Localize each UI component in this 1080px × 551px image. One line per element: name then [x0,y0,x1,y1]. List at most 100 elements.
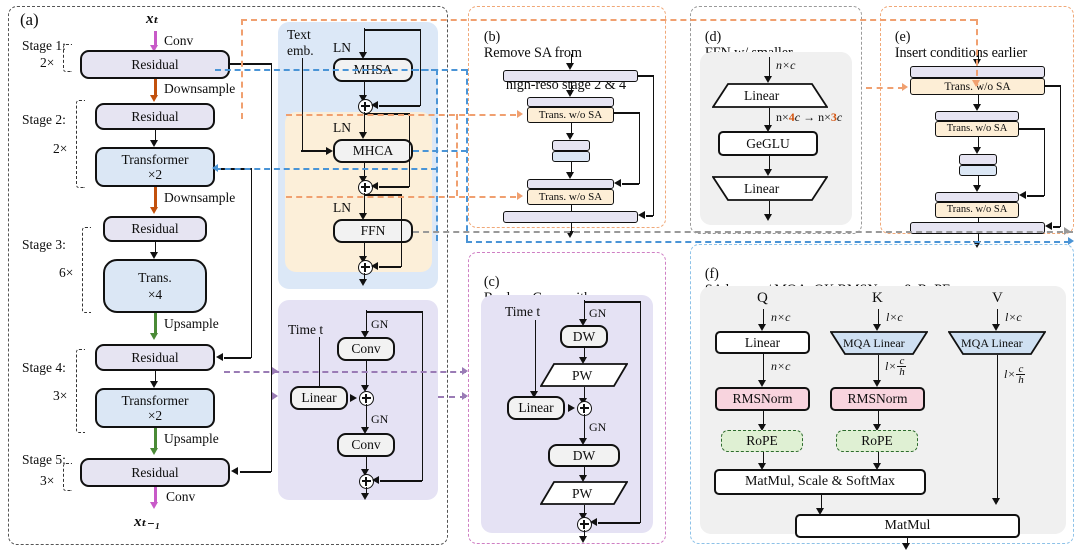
stage-2-brace [76,100,85,188]
d-geglu-block: GeGLU [718,131,818,156]
residual-skip-v [421,311,424,481]
panel-d-label: (d) [704,29,722,45]
skip2-arrow [216,353,223,361]
stage3-trans-label: Trans. [138,270,172,285]
skip1-arrow [231,467,238,475]
mhsa-skip-top [364,29,421,31]
c-skip-bot [598,522,640,524]
f-v-shape-in: l×c [1005,310,1022,324]
connector-blue-bottom [466,241,1070,243]
b-a1 [566,90,574,97]
connector-blue-left-top [215,69,437,71]
stage3-residual-block: Residual [103,216,207,242]
ffn-final-arrow [359,279,367,286]
connector-blue-f-arrow [1068,237,1074,245]
stage4-transformer-count: ×2 [147,408,163,423]
f-k-linear-label: MQA Linear [843,336,905,350]
b-skip2-h2 [646,215,653,217]
downsample1-label: Downsample [164,81,236,96]
stage-3-repeat: 6× [59,265,74,280]
d-shape-mid-pre: n× [776,110,789,124]
connector-org-b2-arrow [517,192,523,200]
f-matmul-block: MatMul [795,514,1020,538]
d-in-arrow [764,76,772,83]
d-linear2-label: Linear [744,181,780,196]
b-mid-bar-a [552,140,590,151]
connector-org-v-mid [456,114,458,196]
residual-time-line [318,337,321,390]
b-res-bar-2 [503,211,638,223]
mhca-skip-v [408,113,411,187]
mhca-skip-bot [379,186,409,188]
connector-residual-in-arrow [272,392,278,400]
residual-linear-arrow [350,394,357,402]
b-a2 [566,133,574,140]
upsample2-label: Upsample [164,431,219,446]
connector-org-b2 [286,196,516,198]
connector-a-to-e-top [241,19,976,21]
c-gn1-label: GN [589,306,607,320]
skip2-v [250,168,253,358]
conv-in-label: Conv [164,33,194,48]
c-dw2-block: DW [548,444,620,467]
e-trans-wo-sa-2: Trans. w/o SA [935,121,1019,137]
f-k-rmsnorm-block: RMSNorm [830,387,925,411]
connector-c-arrow2 [462,392,468,400]
f-final-arrow [902,543,910,550]
b-skip1-arrow [614,179,621,187]
conv-out-label: Conv [166,489,196,504]
c-linear-arrow [568,404,575,412]
e-skip1-v [1043,128,1046,196]
f-k-shape-den: h [899,366,905,378]
f-k-shape-num: c [899,355,905,367]
stage4-transformer-block: Transformer ×2 [95,388,215,428]
mhsa-skip-bot [379,105,420,107]
mhca-in-arrow [359,132,367,139]
residual-in-line [365,310,368,333]
e-trans-wo-sa-3: Trans. w/o SA [935,202,1019,218]
connector-org-b1 [286,114,516,116]
connector-d-arrow [1064,227,1070,235]
ln2-label: LN [333,120,351,135]
f-k-shape-mid: l× c h [885,355,907,378]
f-k-label: K [872,290,883,306]
connector-mhca-to-blue [413,150,467,152]
f-q-rope-block: RoPE [721,430,803,452]
residual-linear-block: Linear [290,386,348,410]
f-v-label: V [992,290,1003,306]
ln3-label: LN [333,200,351,215]
f-k-l1 [877,355,880,383]
skip2-h-bot [224,357,251,359]
f-k-shape-in: l×c [886,310,903,324]
residual-time-label: Time t [288,322,324,337]
upsample2-arrow [150,448,158,455]
stage-2-repeat: 2× [53,141,68,156]
stage-5-label: Stage 5: [22,452,66,467]
f-v-shape-den: h [1018,374,1024,386]
stage-4-repeat: 3× [53,388,68,403]
stage3-trans-count: ×4 [147,287,163,302]
e-a2 [973,147,981,154]
c-time-line [534,320,537,394]
c-linear-block: Linear [507,396,565,420]
e-skip2-v [1059,85,1062,227]
stage4-residual-block: Residual [95,344,215,371]
connector-blue-left-v2 [436,69,438,241]
b-a3 [566,172,574,179]
panel-c-label: (c) [483,274,500,290]
f-q-shape-in: n×c [771,310,791,324]
ln1-label: LN [333,40,351,55]
upsample1-arrow [150,333,158,340]
e-skip1-h1 [1019,128,1045,130]
e-trans-bar-3 [935,192,1019,202]
f-q-a1 [758,380,766,387]
connector-c-arrow-left [272,367,278,375]
f-q-label: Q [757,290,768,306]
stage-1-label: Stage 1: [22,38,66,53]
stage-4-brace [76,349,85,433]
c-skip-top [584,301,641,303]
connector-a-to-e-arrow [972,80,980,87]
e-mid-bar-a [959,154,997,165]
e-skip1-arrow [1019,191,1026,199]
residual-final-arrow [361,493,369,500]
